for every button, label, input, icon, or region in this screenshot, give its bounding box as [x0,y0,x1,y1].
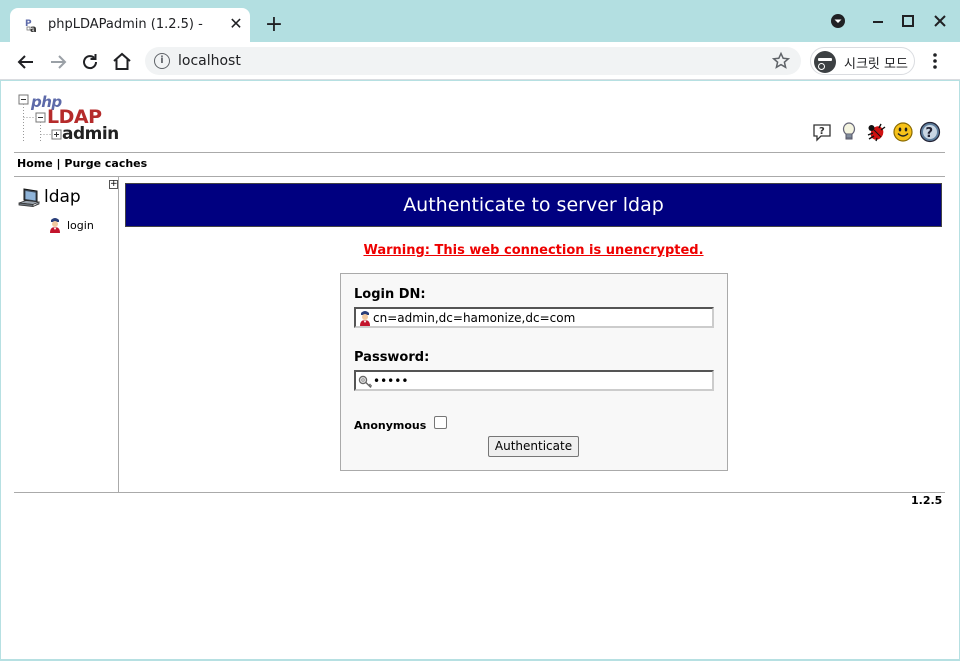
tab-close-icon[interactable]: ✕ [226,14,246,34]
purge-caches-link[interactable]: Purge caches [64,157,147,170]
phpldapadmin-logo[interactable]: php LDAP admin [17,91,127,145]
tree-expand-button[interactable]: + [109,180,118,189]
incognito-icon [814,51,836,73]
breadcrumb-divider [14,176,945,177]
forward-arrow-icon[interactable] [46,50,70,74]
version-label: 1.2.5 [911,494,943,507]
tab-strip: P a phpLDAPadmin (1.2.5) - ✕ + [0,0,960,42]
login-link[interactable]: login [67,219,94,232]
back-arrow-icon[interactable] [14,50,38,74]
tips-icon[interactable] [838,121,860,143]
header-icons: ? ? [809,121,944,143]
unencrypted-warning: Warning: This web connection is unencryp… [363,243,704,258]
browser-tab[interactable]: P a phpLDAPadmin (1.2.5) - ✕ [10,8,250,42]
footer-divider [14,492,945,493]
logo-admin-text: admin [62,124,119,144]
browser-toolbar: i localhost 시크릿 모드 [0,42,960,80]
browser-menu-icon[interactable] [925,50,945,72]
password-field[interactable] [354,370,714,391]
window-close-icon[interactable] [931,12,949,30]
new-tab-button[interactable]: + [262,14,286,38]
key-icon [358,375,372,388]
login-form: Login DN: Password: Anonymo [340,273,728,471]
breadcrumb-separator: | [56,157,61,170]
tab-title: phpLDAPadmin (1.2.5) - [48,17,203,32]
auth-banner: Authenticate to server ldap [125,183,942,227]
password-label: Password: [354,350,430,365]
reload-icon[interactable] [78,50,102,74]
home-icon[interactable] [110,50,134,74]
page-content: php LDAP admin ? ? Home | Purge caches +… [1,81,959,659]
server-tree: + ldap login [14,177,119,492]
login-dn-input[interactable] [373,309,711,326]
help-icon[interactable]: ? [811,121,833,143]
incognito-indicator[interactable]: 시크릿 모드 [810,47,915,75]
svg-text:?: ? [819,126,825,137]
password-input[interactable] [373,372,711,389]
url-text[interactable]: localhost [178,53,241,69]
server-name[interactable]: ldap [44,187,81,207]
svg-text:?: ? [926,126,934,141]
phpldapadmin-favicon-icon: P a [24,17,40,33]
anonymous-label: Anonymous [354,419,427,432]
login-dn-label: Login DN: [354,287,426,302]
svg-text:a: a [30,24,37,33]
user-icon [360,311,370,326]
home-link[interactable]: Home [17,157,53,170]
bookmark-star-icon[interactable] [771,51,791,71]
server-computer-icon [18,188,40,207]
donate-smiley-icon[interactable] [892,121,914,143]
breadcrumb: Home | Purge caches [17,157,147,170]
authenticate-button[interactable]: Authenticate [488,436,579,457]
minimize-icon[interactable] [869,12,887,30]
login-user-icon [50,218,60,233]
maximize-icon[interactable] [899,12,917,30]
anonymous-checkbox[interactable] [434,416,447,429]
about-icon[interactable]: ? [919,121,941,143]
incognito-label: 시크릿 모드 [844,57,908,72]
address-bar[interactable]: i localhost [145,47,801,75]
login-dn-field[interactable] [354,307,714,328]
browser-window: P a phpLDAPadmin (1.2.5) - ✕ + i localho… [0,0,960,661]
site-info-icon[interactable]: i [154,53,170,69]
bug-icon[interactable] [865,121,887,143]
tab-search-icon[interactable] [829,12,847,30]
header-divider [14,152,945,153]
